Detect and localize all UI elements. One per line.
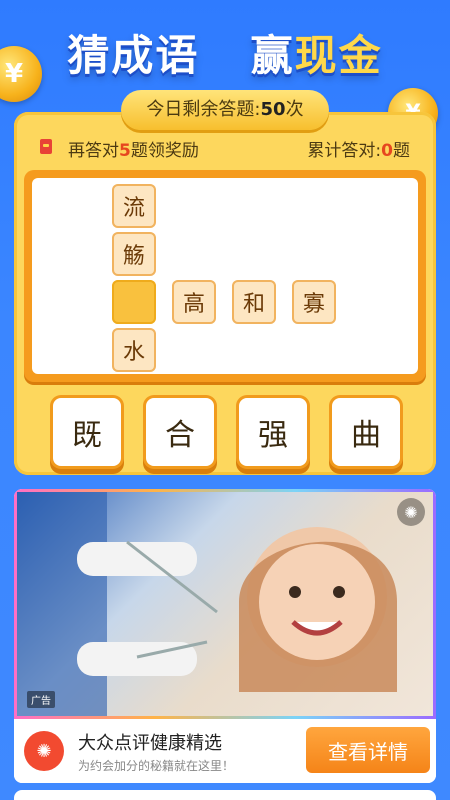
ad-tag: 广告 [27, 691, 55, 708]
dianping-logo-icon: ✺ [397, 498, 425, 526]
total-count: 0 [381, 141, 393, 161]
reward-progress: 再答对5题领奖励 [68, 136, 199, 161]
remaining-count: 50 [260, 99, 286, 120]
red-envelope-icon [40, 139, 52, 154]
grid-cell: 流 [112, 184, 156, 228]
idiom-board: 流 觞 水 高 和 寡 [24, 170, 426, 382]
total-correct: 累计答对:0题 [307, 136, 410, 161]
grid-cell: 寡 [292, 280, 336, 324]
ad-photo: 广告 ✺ [17, 492, 433, 716]
ad-card[interactable]: 广告 ✺ ✺ 大众点评健康精选 为约会加分的秘籍就在这里！ 查看详情 [14, 489, 436, 783]
coin-symbol: ¥ [4, 59, 24, 89]
grid-cell: 水 [112, 328, 156, 372]
grid-cell: 觞 [112, 232, 156, 276]
ad-title: 大众点评健康精选 [78, 733, 222, 754]
grid-blank-cell[interactable] [112, 280, 156, 324]
ad-footer: ✺ 大众点评健康精选 为约会加分的秘籍就在这里！ 查看详情 [14, 719, 436, 783]
remaining-badge: 今日剩余答题:50次 [121, 90, 329, 130]
reward-count: 5 [119, 141, 131, 161]
title-part-1: 猜成语 [67, 31, 200, 80]
title-part-2: 赢 [250, 31, 295, 80]
view-details-button[interactable]: 查看详情 [306, 727, 430, 773]
remaining-unit: 次 [285, 99, 304, 120]
reward-suffix: 题领奖励 [130, 141, 199, 161]
next-card-edge [14, 790, 436, 800]
title-part-3: 现金 [294, 31, 383, 80]
total-unit: 题 [393, 141, 410, 161]
ad-photo-illustration [17, 492, 397, 716]
choice-button[interactable]: 强 [239, 398, 307, 466]
remaining-label: 今日剩余答题: [146, 99, 261, 120]
total-label: 累计答对: [307, 141, 382, 161]
choice-button[interactable]: 合 [146, 398, 214, 466]
grid-cell: 高 [172, 280, 216, 324]
advertiser-avatar: ✺ [24, 731, 64, 771]
idiom-grid: 流 觞 水 高 和 寡 [32, 178, 418, 374]
choice-button[interactable]: 曲 [332, 398, 400, 466]
choice-button[interactable]: 既 [53, 398, 121, 466]
ad-subtitle: 为约会加分的秘籍就在这里！ [78, 759, 235, 773]
game-title: 猜成语 赢现金 [0, 22, 450, 83]
ad-image[interactable]: 广告 ✺ [14, 489, 436, 719]
reward-prefix: 再答对 [68, 141, 119, 161]
grid-cell: 和 [232, 280, 276, 324]
